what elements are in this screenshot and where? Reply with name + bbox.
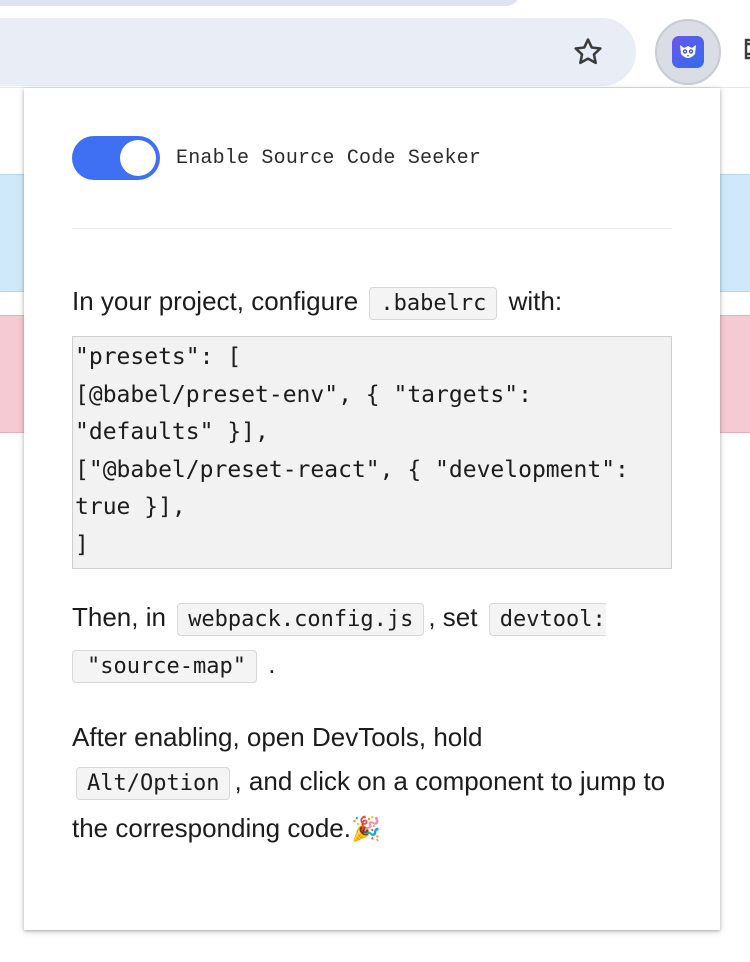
usage-instruction-prefix: After enabling, open DevTools, hold xyxy=(72,722,483,752)
usage-instruction: After enabling, open DevTools, hold Alt/O… xyxy=(72,715,672,852)
code-line: ] xyxy=(75,531,89,558)
browser-window: Enable Source Code Seeker In your projec… xyxy=(0,0,750,962)
babelrc-instruction: In your project, configure .babelrc with… xyxy=(72,279,672,326)
code-line: ["@babel/preset-react", { "development": xyxy=(75,456,629,483)
source-map-code: "source-map" xyxy=(72,650,257,683)
puzzle-icon xyxy=(744,38,750,60)
code-line: true }], xyxy=(75,494,186,520)
code-line: [@babel/preset-env", { "targets": xyxy=(75,381,532,408)
webpack-instruction: Then, in webpack.config.js, set devtool:… xyxy=(72,595,672,689)
tab-strip xyxy=(0,0,750,10)
babelrc-instruction-suffix: with: xyxy=(508,286,563,316)
code-line: "presets": [ xyxy=(75,344,242,370)
devtool-code: devtool: xyxy=(488,603,606,636)
babelrc-code: .babelrc xyxy=(369,287,498,320)
party-popper-icon: 🎉 xyxy=(350,816,381,843)
enable-toggle-label: Enable Source Code Seeker xyxy=(176,146,482,170)
toggle-knob xyxy=(120,140,156,176)
extension-popup: Enable Source Code Seeker In your projec… xyxy=(24,88,720,930)
webpack-instruction-suffix: . xyxy=(268,649,276,679)
star-outline-icon xyxy=(574,38,602,65)
code-line: "defaults" }], xyxy=(75,419,269,445)
enable-toggle-switch[interactable] xyxy=(72,136,160,180)
extension-button[interactable] xyxy=(655,19,721,85)
owl-extension-icon xyxy=(672,36,704,68)
webpack-instruction-middle: , set xyxy=(428,602,478,632)
babel-presets-code-block: "presets": [ [@babel/preset-env", { "targ… xyxy=(72,336,672,569)
address-bar[interactable] xyxy=(0,18,636,86)
webpack-instruction-prefix: Then, in xyxy=(72,602,166,632)
bookmark-button[interactable] xyxy=(566,30,610,74)
extensions-menu-button[interactable] xyxy=(736,30,750,74)
alt-option-code: Alt/Option xyxy=(76,767,231,800)
webpack-config-code: webpack.config.js xyxy=(177,603,425,636)
babelrc-instruction-prefix: In your project, configure xyxy=(72,286,359,316)
active-tab[interactable] xyxy=(0,0,520,6)
section-divider xyxy=(72,228,672,229)
enable-toggle-row: Enable Source Code Seeker xyxy=(72,136,672,180)
